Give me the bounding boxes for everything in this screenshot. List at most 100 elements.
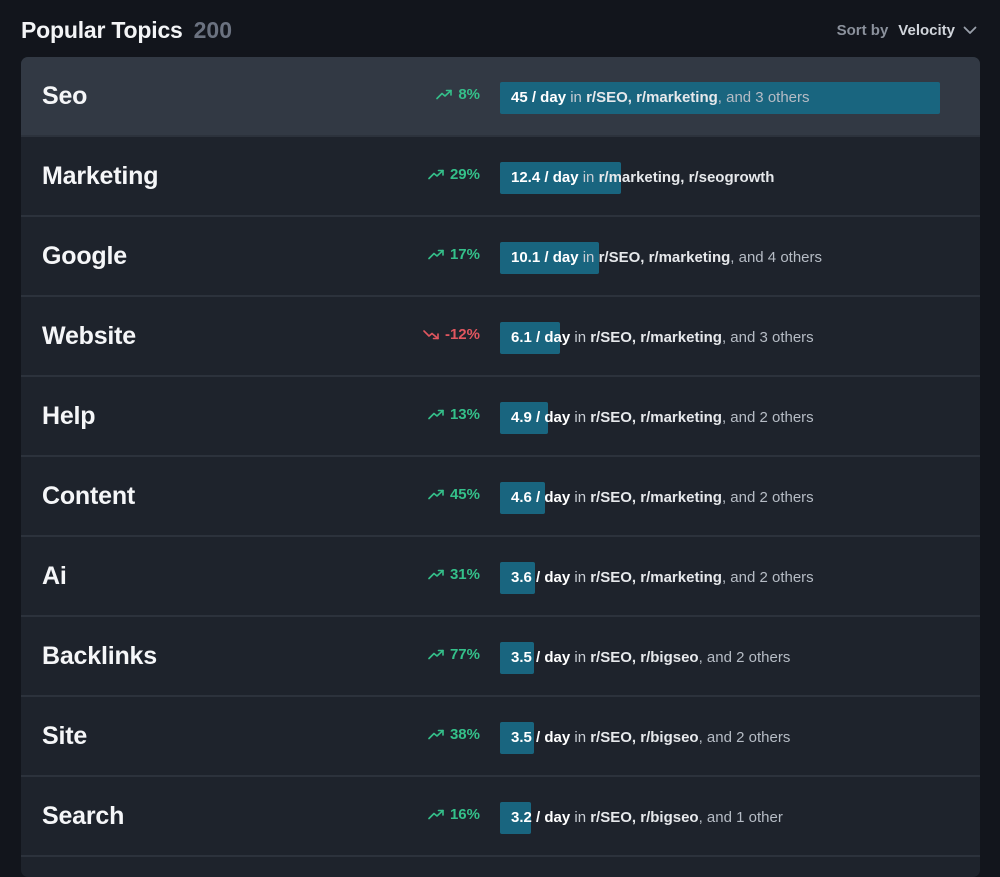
trend-up-icon bbox=[428, 249, 444, 259]
velocity-cell: 12.4 / day in r/marketing, r/seogrowth bbox=[500, 162, 940, 194]
velocity-text: 10.1 / day in r/SEO, r/marketing, and 4 … bbox=[511, 242, 822, 274]
trend-up-icon bbox=[428, 649, 444, 659]
subreddit-list[interactable]: r/SEO, r/marketing bbox=[586, 89, 718, 106]
subreddit-others[interactable]: , and 3 others bbox=[722, 329, 814, 346]
velocity-cell: 3.2 / day in r/SEO, r/bigseo, and 1 othe… bbox=[500, 802, 940, 834]
trend-percent: 8% bbox=[458, 85, 480, 103]
subreddit-list[interactable]: r/SEO, r/marketing bbox=[599, 249, 731, 266]
subreddit-others[interactable]: , and 2 others bbox=[699, 729, 791, 746]
velocity-text: 45 / day in r/SEO, r/marketing, and 3 ot… bbox=[511, 82, 810, 114]
subreddit-others[interactable]: , and 3 others bbox=[718, 89, 810, 106]
subreddit-list[interactable]: r/SEO, r/marketing bbox=[590, 329, 722, 346]
topic-name: Google bbox=[42, 241, 127, 270]
subreddit-others[interactable]: , and 2 others bbox=[722, 489, 814, 506]
velocity-text: 6.1 / day in r/SEO, r/marketing, and 3 o… bbox=[511, 322, 814, 354]
trend-up-icon bbox=[428, 409, 444, 419]
topic-row-backlinks[interactable]: Backlinks 77% 3.5 / day in r/SEO, r/bigs… bbox=[21, 617, 980, 697]
trend-percent: 45% bbox=[449, 485, 480, 503]
trend-percent: 29% bbox=[449, 165, 480, 183]
velocity-rate: 10.1 / day bbox=[511, 249, 579, 266]
velocity-in: in bbox=[570, 729, 591, 746]
velocity-cell: 3.6 / day in r/SEO, r/marketing, and 2 o… bbox=[500, 562, 940, 594]
velocity-cell: 4.9 / day in r/SEO, r/marketing, and 2 o… bbox=[500, 402, 940, 434]
topic-row-seo[interactable]: Seo 8% 45 / day in r/SEO, r/marketing, a… bbox=[21, 57, 980, 137]
topic-name: Backlinks bbox=[42, 641, 157, 670]
velocity-in: in bbox=[566, 89, 587, 106]
topic-row-website[interactable]: Website -12% 6.1 / day in r/SEO, r/marke… bbox=[21, 297, 980, 377]
trend-change: -12% bbox=[423, 295, 480, 373]
topic-row-marketing[interactable]: Marketing 29% 12.4 / day in r/marketing,… bbox=[21, 137, 980, 217]
topic-name: Help bbox=[42, 401, 96, 430]
velocity-cell: 6.1 / day in r/SEO, r/marketing, and 3 o… bbox=[500, 322, 940, 354]
trend-percent: 77% bbox=[449, 645, 480, 663]
velocity-cell: 3.5 / day in r/SEO, r/bigseo, and 2 othe… bbox=[500, 642, 940, 674]
velocity-in: in bbox=[570, 489, 591, 506]
sort-label: Sort by bbox=[836, 21, 889, 39]
subreddit-others[interactable]: , and 2 others bbox=[699, 649, 791, 666]
velocity-cell: 3.5 / day in r/SEO, r/bigseo, and 2 othe… bbox=[500, 722, 940, 754]
topic-name: Content bbox=[42, 481, 136, 510]
subreddit-list[interactable]: r/SEO, r/bigseo bbox=[590, 649, 698, 666]
subreddit-others[interactable]: , and 4 others bbox=[730, 249, 822, 266]
trend-percent: -12% bbox=[444, 325, 480, 343]
velocity-cell: 4.6 / day in r/SEO, r/marketing, and 2 o… bbox=[500, 482, 940, 514]
trend-percent: 17% bbox=[449, 245, 480, 263]
subreddit-list[interactable]: r/SEO, r/bigseo bbox=[590, 729, 698, 746]
topic-row-search[interactable]: Search 16% 3.2 / day in r/SEO, r/bigseo,… bbox=[21, 777, 980, 857]
subreddit-others[interactable]: , and 2 others bbox=[722, 409, 814, 426]
topic-row-site[interactable]: Site 38% 3.5 / day in r/SEO, r/bigseo, a… bbox=[21, 697, 980, 777]
subreddit-list[interactable]: r/SEO, r/marketing bbox=[590, 489, 722, 506]
velocity-rate: 3.5 / day bbox=[511, 729, 571, 746]
subreddit-list[interactable]: r/SEO, r/marketing bbox=[590, 409, 722, 426]
sort-dropdown[interactable]: Sort by Velocity bbox=[837, 22, 977, 39]
subreddit-others[interactable]: , and 2 others bbox=[722, 569, 814, 586]
trend-up-icon bbox=[428, 729, 444, 739]
velocity-text: 3.5 / day in r/SEO, r/bigseo, and 2 othe… bbox=[511, 722, 790, 754]
velocity-rate: 3.5 / day bbox=[511, 649, 571, 666]
topic-name: Ai bbox=[42, 561, 67, 590]
trend-change: 38% bbox=[428, 695, 480, 773]
topic-row-content[interactable]: Content 45% 4.6 / day in r/SEO, r/market… bbox=[21, 457, 980, 537]
velocity-in: in bbox=[578, 249, 599, 266]
velocity-cell: 45 / day in r/SEO, r/marketing, and 3 ot… bbox=[500, 82, 940, 114]
velocity-text: 3.2 / day in r/SEO, r/bigseo, and 1 othe… bbox=[511, 802, 783, 834]
velocity-in: in bbox=[570, 649, 591, 666]
topic-row-ai[interactable]: Ai 31% 3.6 / day in r/SEO, r/marketing, … bbox=[21, 537, 980, 617]
velocity-rate: 45 / day bbox=[511, 89, 567, 106]
velocity-rate: 4.9 / day bbox=[511, 409, 571, 426]
topic-name: Marketing bbox=[42, 161, 159, 190]
velocity-in: in bbox=[570, 569, 591, 586]
velocity-cell: 10.1 / day in r/SEO, r/marketing, and 4 … bbox=[500, 242, 940, 274]
topic-count: 200 bbox=[193, 16, 233, 43]
velocity-in: in bbox=[570, 809, 591, 826]
velocity-in: in bbox=[570, 409, 591, 426]
velocity-rate: 3.6 / day bbox=[511, 569, 571, 586]
trend-change: 8% bbox=[436, 57, 480, 133]
velocity-rate: 4.6 / day bbox=[511, 489, 571, 506]
trend-percent: 38% bbox=[449, 725, 480, 743]
topic-name: Seo bbox=[42, 81, 88, 110]
trend-change: 13% bbox=[428, 375, 480, 453]
trend-up-icon bbox=[428, 489, 444, 499]
trend-change: 31% bbox=[428, 535, 480, 613]
velocity-text: 4.6 / day in r/SEO, r/marketing, and 2 o… bbox=[511, 482, 814, 514]
trend-percent: 16% bbox=[449, 805, 480, 823]
velocity-in: in bbox=[570, 329, 591, 346]
topic-row-google[interactable]: Google 17% 10.1 / day in r/SEO, r/market… bbox=[21, 217, 980, 297]
topic-name: Website bbox=[42, 321, 136, 350]
trend-down-icon bbox=[423, 329, 439, 339]
trend-change: 16% bbox=[428, 775, 480, 853]
velocity-text: 12.4 / day in r/marketing, r/seogrowth bbox=[511, 162, 774, 194]
trend-change: 45% bbox=[428, 455, 480, 533]
trend-up-icon bbox=[428, 169, 444, 179]
trend-change: 17% bbox=[428, 215, 480, 293]
page-header: Popular Topics 200 Sort by Velocity bbox=[21, 14, 980, 46]
subreddit-list[interactable]: r/SEO, r/marketing bbox=[590, 569, 722, 586]
subreddit-others[interactable]: , and 1 other bbox=[699, 809, 783, 826]
topic-row-help[interactable]: Help 13% 4.9 / day in r/SEO, r/marketing… bbox=[21, 377, 980, 457]
sort-value: Velocity bbox=[898, 21, 955, 39]
subreddit-list[interactable]: r/SEO, r/bigseo bbox=[590, 809, 698, 826]
trend-change: 77% bbox=[428, 615, 480, 693]
subreddit-list[interactable]: r/marketing, r/seogrowth bbox=[599, 169, 775, 186]
trend-percent: 31% bbox=[449, 565, 480, 583]
